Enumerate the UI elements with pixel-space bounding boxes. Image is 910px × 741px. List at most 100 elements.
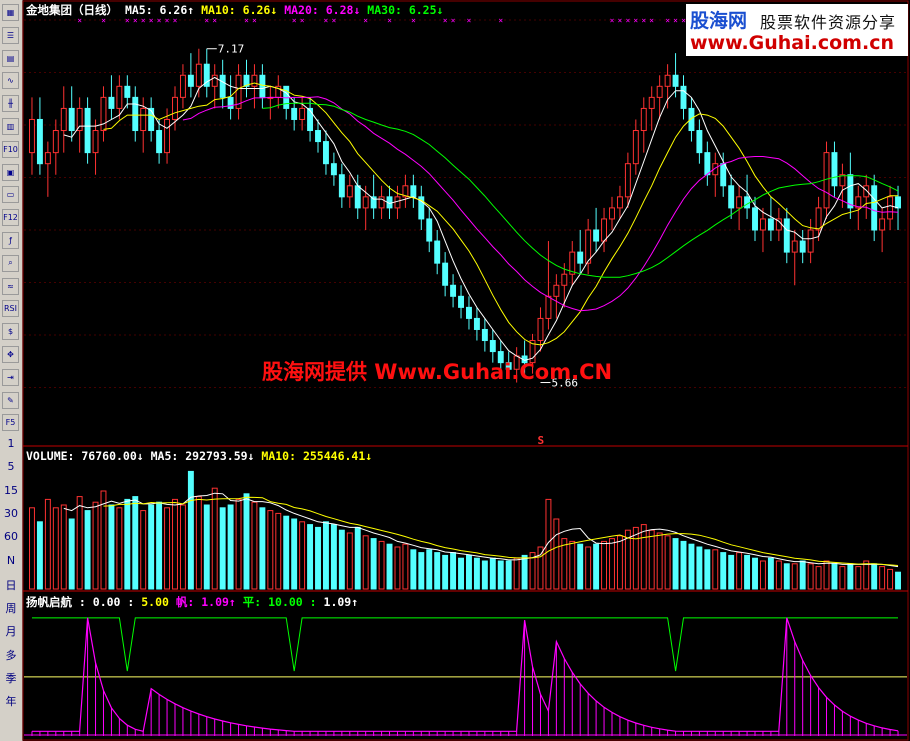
period-3[interactable]: 30 [0, 507, 22, 520]
period-9[interactable]: 多 [0, 647, 22, 663]
candle-body [36, 118, 43, 165]
volume-bar [315, 526, 321, 590]
period-8[interactable]: 月 [0, 623, 22, 639]
period-2[interactable]: 15 [0, 484, 22, 497]
candle-body [29, 118, 35, 154]
search-icon[interactable]: ⌕ [2, 254, 19, 272]
header-name: 扬帆启航 : [26, 595, 93, 609]
logo-title: 股海网 [690, 10, 748, 32]
period-1[interactable]: 5 [0, 460, 22, 473]
volume-bar [609, 538, 615, 590]
f12-icon[interactable]: F12 [2, 209, 19, 227]
candle-body [84, 107, 91, 154]
line-icon[interactable]: ∿ [2, 72, 19, 90]
candle-body [156, 130, 163, 154]
candle-body [100, 96, 107, 132]
volume-bar [863, 560, 870, 590]
period-5[interactable]: N [0, 554, 22, 567]
volume-bar [847, 563, 854, 590]
volume-bar [553, 518, 560, 590]
volume-bar [275, 512, 282, 590]
volume-bar [680, 540, 687, 590]
candle-body [132, 96, 139, 132]
volume-bar [299, 521, 306, 590]
candle-body [450, 284, 457, 297]
header-item-3: 平: 10.00 : [242, 595, 324, 609]
candle-body [752, 207, 758, 231]
indicator-icon[interactable]: ≈ [2, 277, 19, 295]
volume-bar [656, 532, 663, 590]
candle-body [640, 107, 647, 132]
candle-body [704, 152, 711, 176]
grid-icon[interactable]: ▤ [2, 49, 19, 67]
candle-body [458, 295, 464, 308]
document-icon[interactable]: ▣ [2, 163, 19, 181]
candle-body [124, 85, 131, 98]
signal-s-marker: S [537, 434, 544, 447]
money-icon[interactable]: $ [2, 323, 19, 341]
f10-icon[interactable]: F10 [2, 140, 19, 158]
volume-bar [132, 496, 139, 590]
top-marker: × [625, 16, 630, 25]
candle-body [473, 317, 480, 330]
header-item-2: 帆: 1.09↑ [175, 595, 243, 609]
ma20-line [182, 96, 899, 312]
candle-body [44, 152, 51, 165]
candle-body [593, 229, 600, 242]
period-4[interactable]: 60 [0, 530, 22, 543]
top-marker: × [673, 16, 678, 25]
period-6[interactable]: 日 [0, 577, 22, 593]
volume-bar [720, 552, 727, 590]
logo-url: www.Guhai.com.cn [690, 32, 894, 54]
candle-body [466, 306, 472, 319]
fan-line [32, 617, 899, 733]
candle-body [871, 185, 878, 231]
volume-bar [664, 535, 671, 590]
candle-body [426, 218, 433, 242]
volume-bar [458, 557, 464, 590]
header-item-1: MA5: 292793.59↓ [150, 449, 262, 463]
candle-body [537, 317, 544, 342]
candle-body [346, 185, 353, 198]
candle-icon[interactable]: ╫ [2, 95, 19, 113]
volume-bar [752, 557, 758, 590]
candle-body [561, 273, 568, 286]
volume-bar [887, 568, 894, 590]
candle-body [847, 174, 854, 209]
candle-body [227, 96, 234, 109]
rsi-icon[interactable]: RSI [2, 300, 19, 318]
candle-body [251, 74, 258, 87]
volume-bar [783, 563, 790, 590]
period-0[interactable]: 1 [0, 437, 22, 450]
period-10[interactable]: 季 [0, 670, 22, 686]
volume-bar [378, 540, 385, 590]
volume-bar [569, 540, 576, 590]
volume-bar [291, 518, 298, 590]
candle-body [338, 174, 345, 198]
candle-body [164, 118, 171, 154]
crosshair-icon[interactable]: ✥ [2, 346, 19, 363]
top-marker: × [451, 16, 456, 25]
volume-bar [442, 554, 449, 590]
pencil-icon[interactable]: ✎ [2, 391, 19, 409]
volume-bar [195, 496, 202, 590]
candle-body [799, 240, 806, 253]
volume-bar [775, 560, 782, 590]
period-11[interactable]: 年 [0, 693, 22, 709]
notes-icon[interactable]: ▭ [2, 186, 19, 204]
list-icon[interactable]: ☰ [2, 26, 19, 44]
volume-bar [513, 557, 520, 590]
candle-body [720, 163, 727, 187]
volume-bar [505, 560, 512, 590]
function-icon[interactable]: ƒ [2, 232, 19, 249]
period-7[interactable]: 周 [0, 600, 22, 616]
report-icon[interactable]: ▥ [2, 118, 19, 135]
chart-icon[interactable]: ▦ [2, 4, 19, 21]
candle-body [68, 107, 75, 132]
volume-bar [338, 529, 345, 590]
export-icon[interactable]: ⇥ [2, 368, 19, 386]
f5-icon[interactable]: F5 [2, 414, 19, 432]
volume-bar [140, 510, 147, 590]
candle-body [60, 107, 67, 132]
volume-bar [386, 543, 393, 590]
